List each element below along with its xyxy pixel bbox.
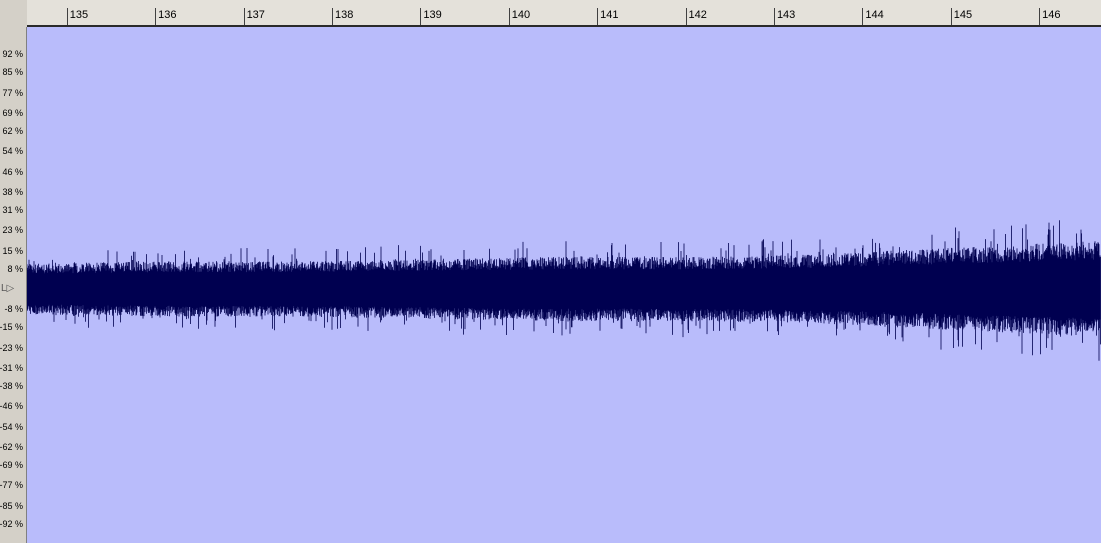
ruler-tick-label: 138 — [334, 9, 354, 21]
waveform-track[interactable] — [27, 27, 1101, 543]
amplitude-label: 23 % — [2, 225, 23, 236]
ruler-tick — [243, 8, 245, 25]
ruler-tick-label: 139 — [423, 9, 442, 21]
amplitude-label: 62 % — [2, 125, 23, 136]
amplitude-label: -46 % — [0, 401, 23, 412]
ruler-tick-label: 142 — [688, 9, 707, 21]
amplitude-label: 46 % — [2, 166, 23, 177]
amplitude-label: -23 % — [0, 342, 23, 353]
ruler-tick-label: 141 — [600, 9, 619, 21]
ruler-tick — [685, 8, 687, 25]
amplitude-label: -62 % — [0, 442, 23, 453]
amplitude-label: 92 % — [2, 49, 23, 60]
ruler-tick-label: 136 — [158, 9, 177, 21]
amplitude-label: 38 % — [2, 187, 23, 198]
ruler-corner — [0, 0, 27, 27]
waveform-canvas[interactable] — [27, 27, 1101, 543]
amplitude-label: 77 % — [2, 87, 23, 98]
ruler-tick — [773, 8, 775, 25]
ruler-tick — [597, 8, 599, 25]
ruler-tick — [862, 8, 864, 25]
amplitude-label: -15 % — [0, 322, 23, 333]
playhead-marker-icon[interactable]: L▷ — [1, 284, 14, 294]
ruler-tick-label: 140 — [511, 9, 531, 21]
ruler-tick-label: 135 — [69, 9, 89, 21]
amplitude-label: -8 % — [4, 304, 23, 315]
ruler-tick-label: 143 — [776, 9, 796, 21]
ruler-tick — [66, 8, 68, 25]
ruler-tick — [420, 8, 422, 25]
amplitude-label: -92 % — [0, 518, 23, 529]
amplitude-label: -54 % — [0, 421, 23, 432]
ruler-tick — [331, 8, 333, 25]
amplitude-label: 8 % — [7, 263, 23, 274]
amplitude-label: -69 % — [0, 459, 23, 470]
ruler-tick-label: 144 — [865, 9, 884, 21]
ruler-tick — [950, 8, 952, 25]
ruler-tick-label: 145 — [953, 9, 973, 21]
amplitude-scale: L▷ 92 % 85 % 77 % 69 % 62 % 54 % 46 % 38 % 31 % 2… — [0, 27, 27, 543]
ruler-tick — [1039, 8, 1041, 25]
waveform-path — [27, 220, 1101, 361]
amplitude-label: -31 % — [0, 363, 23, 374]
ruler-tick-label: 146 — [1042, 9, 1061, 21]
amplitude-label: 15 % — [2, 245, 23, 256]
amplitude-label: -85 % — [0, 500, 23, 511]
ruler-tick — [155, 8, 157, 25]
amplitude-label: -77 % — [0, 480, 23, 491]
ruler-tick-label: 137 — [246, 9, 265, 21]
amplitude-label: 31 % — [2, 204, 23, 215]
ruler-tick — [508, 8, 510, 25]
amplitude-label: 54 % — [2, 146, 23, 157]
timeline-ruler[interactable]: 135 136 137 138 139 140 141 142 143 144 145 146 — [27, 0, 1101, 27]
amplitude-label: 85 % — [2, 67, 23, 78]
amplitude-label: 69 % — [2, 108, 23, 119]
amplitude-label: -38 % — [0, 380, 23, 391]
